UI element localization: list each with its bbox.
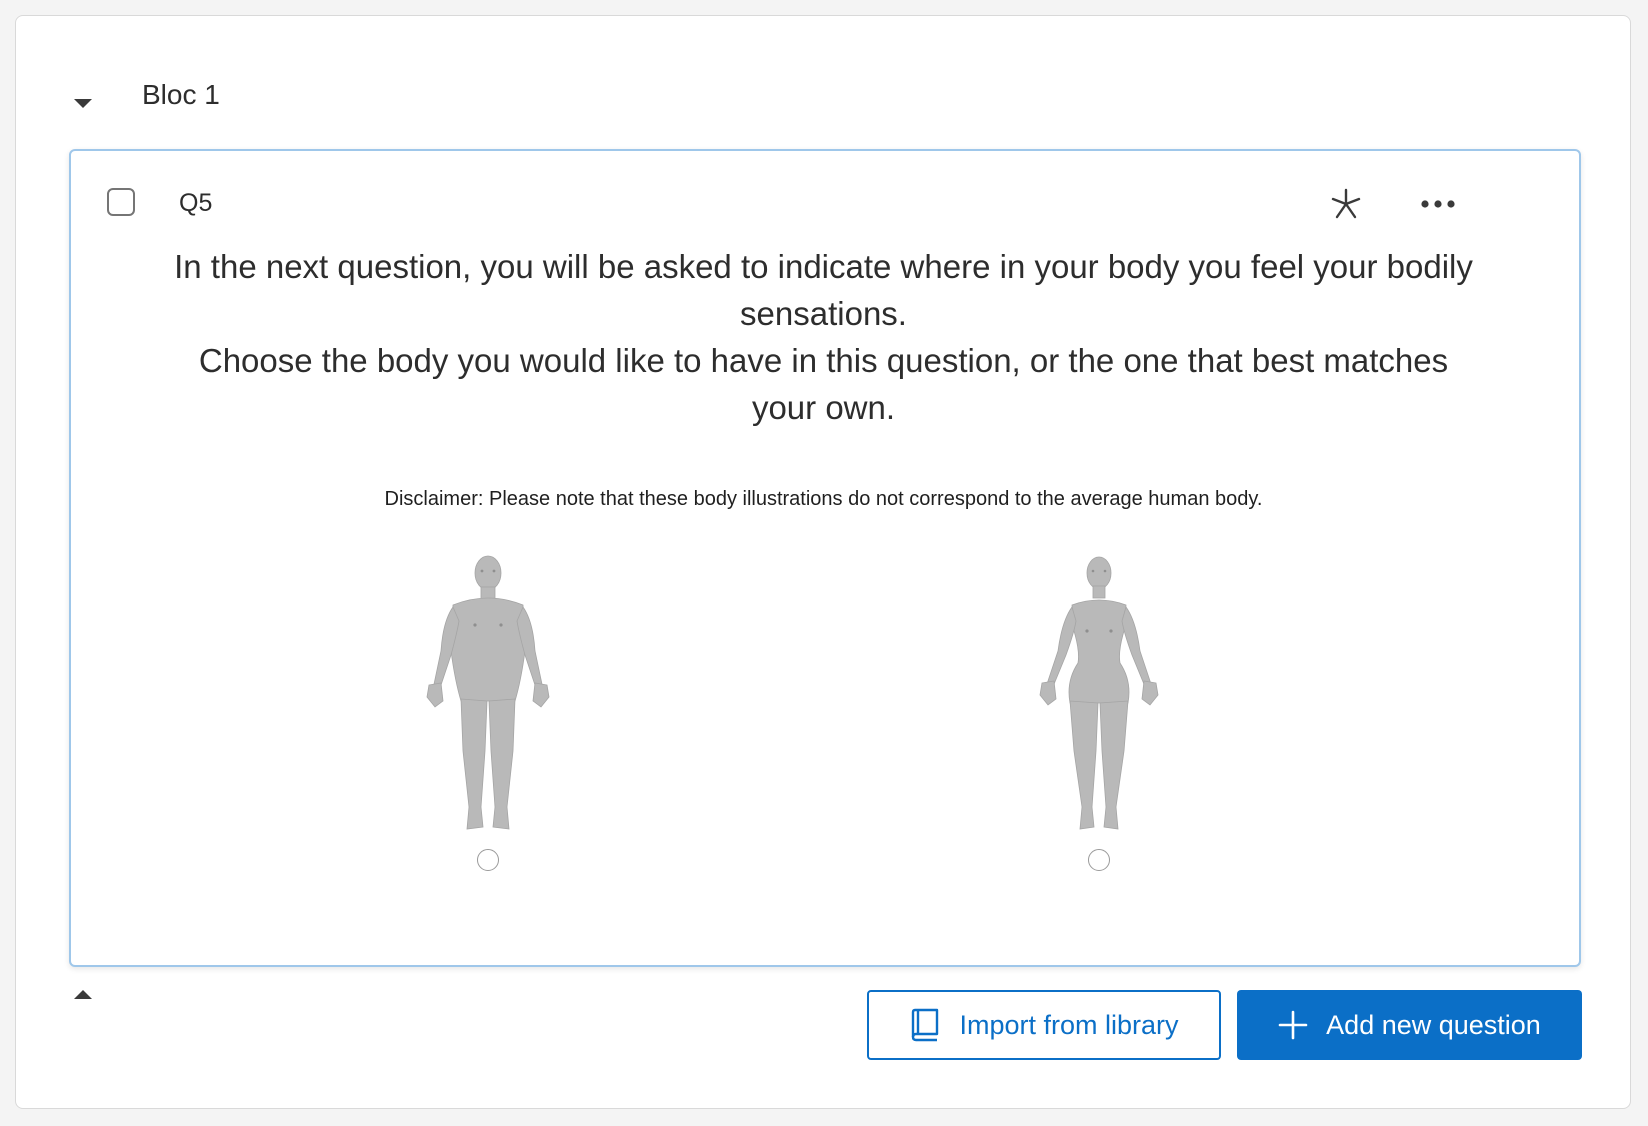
male-body-image: [426, 555, 550, 830]
import-button-label: Import from library: [959, 1009, 1179, 1040]
caret-down-icon: [74, 99, 92, 108]
plus-icon: [1278, 1010, 1308, 1040]
book-icon: [909, 1008, 941, 1042]
required-toggle[interactable]: [1326, 184, 1366, 224]
import-from-library-button[interactable]: Import from library: [867, 990, 1221, 1060]
survey-block: Bloc 1 Q5 In the next question, you will…: [15, 15, 1631, 1109]
add-new-question-button[interactable]: Add new question: [1237, 990, 1582, 1060]
question-text-line-1: In the next question, you will be asked …: [174, 248, 1473, 332]
female-body-radio[interactable]: [1088, 849, 1110, 871]
question-card[interactable]: Q5 In the next question, you will be ask…: [69, 149, 1581, 967]
disclaimer-text: Disclaimer: Please note that these body …: [384, 488, 1263, 510]
collapse-block-toggle[interactable]: [68, 88, 98, 118]
question-id: Q5: [179, 189, 213, 217]
female-body-image: [1039, 556, 1159, 830]
caret-up-icon: [74, 990, 92, 999]
question-text-line-2: Choose the body you would like to have i…: [198, 342, 1449, 426]
add-button-label: Add new question: [1326, 1009, 1541, 1040]
choice-female-body[interactable]: [989, 551, 1209, 881]
more-options-button[interactable]: [1411, 184, 1465, 224]
question-text[interactable]: In the next question, you will be asked …: [171, 243, 1476, 431]
ellipsis-icon: [1421, 200, 1455, 208]
question-select-checkbox[interactable]: [107, 188, 135, 216]
male-body-radio[interactable]: [477, 849, 499, 871]
choice-male-body[interactable]: [378, 551, 598, 881]
block-title[interactable]: Bloc 1: [142, 79, 220, 111]
expand-block-toggle[interactable]: [68, 980, 98, 1010]
asterisk-icon: [1331, 188, 1361, 219]
